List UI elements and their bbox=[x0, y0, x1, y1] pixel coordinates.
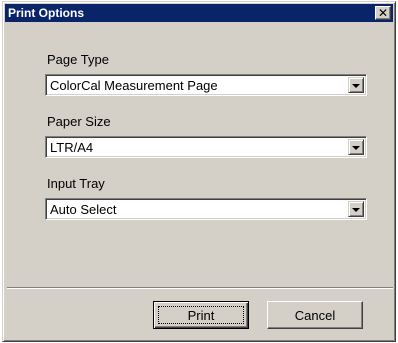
title-bar[interactable]: Print Options ✕ bbox=[5, 4, 393, 22]
input-tray-dropdown-button[interactable] bbox=[348, 201, 364, 217]
close-button[interactable]: ✕ bbox=[375, 6, 391, 20]
print-button[interactable]: Print bbox=[153, 301, 249, 329]
button-divider bbox=[7, 287, 393, 289]
page-type-dropdown-button[interactable] bbox=[348, 77, 364, 93]
cancel-button[interactable]: Cancel bbox=[267, 301, 363, 329]
input-tray-value: Auto Select bbox=[50, 202, 117, 217]
dialog-title: Print Options bbox=[8, 6, 84, 20]
input-tray-label: Input Tray bbox=[47, 176, 105, 191]
paper-size-select[interactable]: LTR/A4 bbox=[45, 136, 367, 158]
paper-size-label: Paper Size bbox=[47, 114, 111, 129]
paper-size-value: LTR/A4 bbox=[50, 140, 94, 155]
page-type-value: ColorCal Measurement Page bbox=[50, 78, 218, 93]
page-type-select[interactable]: ColorCal Measurement Page bbox=[45, 74, 367, 96]
print-button-label: Print bbox=[187, 307, 215, 323]
cancel-button-label: Cancel bbox=[294, 307, 336, 323]
chevron-down-icon bbox=[352, 145, 360, 150]
paper-size-dropdown-button[interactable] bbox=[348, 139, 364, 155]
print-options-dialog: Print Options ✕ Page Type ColorCal Measu… bbox=[2, 1, 396, 342]
close-icon: ✕ bbox=[377, 6, 389, 20]
chevron-down-icon bbox=[352, 207, 360, 212]
input-tray-select[interactable]: Auto Select bbox=[45, 198, 367, 220]
page-type-label: Page Type bbox=[47, 52, 109, 67]
chevron-down-icon bbox=[352, 83, 360, 88]
